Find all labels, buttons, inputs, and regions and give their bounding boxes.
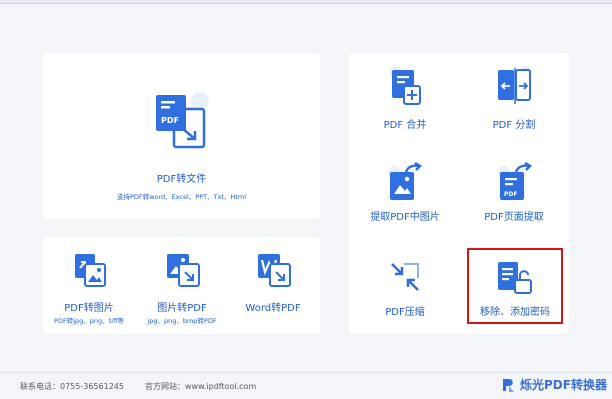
website-link[interactable]: 官方网站：www.ipdftool.com — [145, 381, 256, 392]
pdf-merge-icon — [388, 66, 422, 106]
image-to-pdf-subtitle: jpg、png、bmp转PDF — [147, 317, 217, 325]
extract-pages-icon: PDF — [496, 161, 534, 202]
pdf-to-image-subtitle: PDF转jpg、png、tiff等 — [54, 317, 124, 325]
pdf-to-image-label: PDF转图片 — [64, 303, 114, 314]
pdf-compress-tile[interactable]: PDF压缩 — [355, 258, 455, 318]
pdf-compress-icon — [388, 260, 422, 294]
pdf-to-image-tile[interactable]: PDF转图片 PDF转jpg、png、tiff等 — [48, 250, 130, 328]
selection-highlight — [467, 248, 563, 324]
pdf-to-file-card[interactable]: PDF PDF转文件 支持PDF转word、Excel、PPT、Txt、Html — [43, 53, 320, 219]
image-to-pdf-icon — [165, 252, 201, 288]
pdf-merge-label: PDF 合并 — [383, 120, 427, 131]
pdf-split-icon — [496, 66, 532, 106]
word-to-pdf-tile[interactable]: Word转PDF — [232, 250, 314, 328]
word-to-pdf-icon — [256, 252, 292, 288]
brand-logo-icon — [502, 377, 516, 393]
extract-pages-tile[interactable]: PDF PDF页面提取 — [464, 160, 564, 232]
pdf-to-file-subtitle: 支持PDF转word、Excel、PPT、Txt、Html — [116, 193, 247, 201]
brand: 烁光PDF转换器 — [498, 372, 612, 399]
extract-pages-label: PDF页面提取 — [484, 212, 544, 223]
contact-phone: 联系电话：0755-36561245 — [20, 382, 124, 391]
pdf-compress-label: PDF压缩 — [385, 307, 425, 318]
window-top-border — [0, 0, 612, 4]
brand-name: 烁光PDF转换器 — [520, 378, 607, 392]
pdf-to-image-icon — [71, 252, 107, 288]
extract-images-tile[interactable]: 提取PDF中图片 — [355, 160, 455, 232]
pdf-split-tile[interactable]: PDF 分割 — [464, 64, 564, 136]
pdf-split-label: PDF 分割 — [492, 120, 536, 131]
svg-text:PDF: PDF — [504, 191, 517, 198]
pdf-to-file-label: PDF转文件 — [156, 174, 207, 185]
image-to-pdf-tile[interactable]: 图片转PDF jpg、png、bmp转PDF — [141, 250, 223, 328]
extract-images-icon — [386, 161, 424, 202]
pdf-merge-tile[interactable]: PDF 合并 — [355, 64, 455, 136]
word-to-pdf-label: Word转PDF — [245, 303, 301, 314]
image-to-pdf-label: 图片转PDF — [157, 303, 207, 314]
extract-images-label: 提取PDF中图片 — [370, 212, 440, 223]
